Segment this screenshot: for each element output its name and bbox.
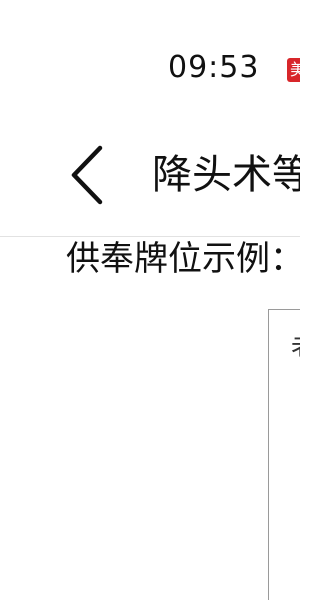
section-label: 供奉牌位示例： xyxy=(66,239,300,279)
status-time: 09:53 xyxy=(168,50,260,85)
app-screen: 09:53 美 降头术等 供奉牌位示例： 老 xyxy=(0,0,300,600)
article-content: 供奉牌位示例： 老 xyxy=(0,237,300,600)
notification-badge-icon: 美 xyxy=(287,58,300,82)
back-button[interactable] xyxy=(60,134,114,216)
chevron-left-icon xyxy=(71,145,103,205)
status-bar: 09:53 美 xyxy=(0,0,300,110)
plaque-text: 老 xyxy=(291,332,300,364)
navigation-bar: 降头术等 xyxy=(0,110,300,236)
memorial-plaque-frame: 老 xyxy=(268,309,300,600)
page-title: 降头术等 xyxy=(152,152,300,198)
